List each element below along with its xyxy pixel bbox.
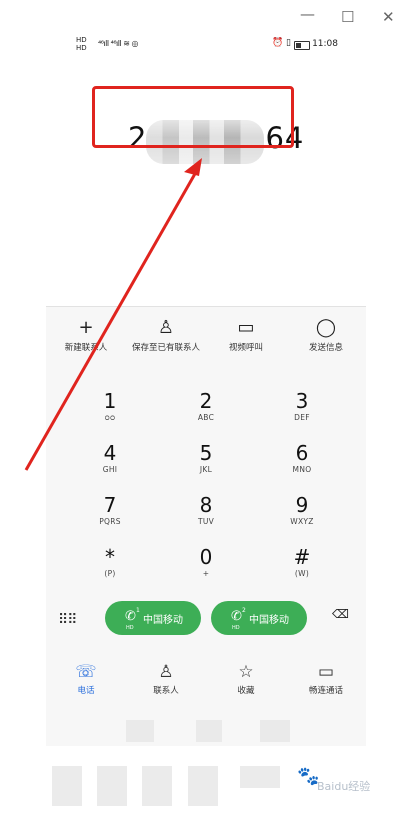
video-call-icon: ▭: [317, 662, 335, 682]
video-icon: ▭: [237, 317, 255, 338]
new-contact-button[interactable]: + 新建联系人: [46, 317, 126, 353]
battery-icon: [294, 41, 310, 50]
status-bar: HD HD ⁴⁶ıll ⁴⁶ıll ≋ ◎ ⏰ ▯ 11:08: [46, 34, 366, 56]
tab-phone[interactable]: ☏ 电话: [46, 662, 126, 696]
key-5[interactable]: 5 JKL: [166, 442, 246, 474]
key-8[interactable]: 8 TUV: [166, 494, 246, 526]
video-call-button[interactable]: ▭ 视频呼叫: [206, 317, 286, 353]
tab-video-call[interactable]: ▭ 畅连通话: [286, 662, 366, 696]
phone-icon: ☏: [75, 662, 97, 682]
call-sim1-button[interactable]: ✆ 1 HD 中国移动: [105, 601, 201, 635]
tab-favorites[interactable]: ☆ 收藏: [206, 662, 286, 696]
key-4[interactable]: 4 GHI: [70, 442, 150, 474]
carrier-label: 中国移动: [249, 615, 289, 626]
key-6[interactable]: 6 MNO: [262, 442, 342, 474]
watermark-text: Baidu经验: [317, 780, 371, 793]
call-row: ⠿⠿ ✆ 1 HD 中国移动 ✆ 2 HD 中国移动 ⌫: [46, 600, 366, 640]
maximize-button[interactable]: ☐: [341, 8, 354, 26]
key-7[interactable]: 7 PQRS: [70, 494, 150, 526]
minimize-button[interactable]: —: [300, 5, 315, 23]
key-hash[interactable]: # (W): [262, 546, 342, 578]
key-3[interactable]: 3 DEF: [262, 390, 342, 422]
key-star[interactable]: * (P): [70, 546, 150, 578]
signal-icons: ⁴⁶ıll ⁴⁶ıll ≋ ◎: [98, 39, 138, 48]
key-9[interactable]: 9 WXYZ: [262, 494, 342, 526]
hd-indicator: HD HD: [76, 36, 87, 52]
call-sim2-button[interactable]: ✆ 2 HD 中国移动: [211, 601, 307, 635]
keypad-toggle-icon[interactable]: ⠿⠿: [58, 612, 77, 628]
action-label: 视频呼叫: [228, 343, 263, 353]
redacted-area: [46, 720, 366, 746]
tab-label: 联系人: [153, 686, 179, 696]
action-label: 新建联系人: [64, 343, 108, 353]
highlight-box: [92, 86, 294, 148]
carrier-label: 中国移动: [143, 615, 183, 626]
star-icon: ☆: [238, 662, 254, 682]
contacts-icon: ♙: [158, 662, 174, 682]
action-bar: + 新建联系人 ♙ 保存至已有联系人 ▭ 视频呼叫 ◯ 发送信息: [46, 311, 366, 363]
hd-label: HD: [232, 625, 240, 631]
status-icons: ⏰ ▯: [271, 38, 291, 48]
backspace-icon[interactable]: ⌫: [332, 608, 350, 620]
key-0[interactable]: 0 +: [166, 546, 246, 578]
voicemail-icon: ᴑᴑ: [104, 413, 116, 422]
hd-label: HD: [126, 625, 134, 631]
send-message-button[interactable]: ◯ 发送信息: [286, 317, 366, 353]
message-icon: ◯: [315, 317, 337, 338]
bottom-nav: ☏ 电话 ♙ 联系人 ☆ 收藏 ▭ 畅连通话: [46, 662, 366, 712]
close-button[interactable]: ✕: [382, 8, 395, 26]
action-label: 发送信息: [308, 343, 343, 353]
tab-label: 收藏: [237, 686, 255, 696]
key-2[interactable]: 2 ABC: [166, 390, 246, 422]
sim-number: 2: [242, 607, 246, 614]
plus-icon: +: [78, 317, 94, 338]
key-1[interactable]: 1 ᴑᴑ: [70, 390, 150, 422]
tab-label: 畅连通话: [308, 686, 343, 696]
save-to-existing-contact-button[interactable]: ♙ 保存至已有联系人: [126, 317, 206, 353]
status-time: 11:08: [312, 39, 338, 49]
action-label: 保存至已有联系人: [131, 343, 200, 353]
tab-contacts[interactable]: ♙ 联系人: [126, 662, 206, 696]
sim-number: 1: [136, 607, 140, 614]
person-icon: ♙: [157, 317, 175, 338]
tab-label: 电话: [77, 686, 95, 696]
